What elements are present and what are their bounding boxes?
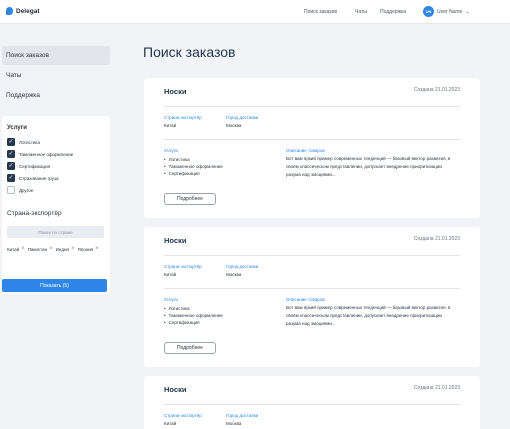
checkbox-checked-icon[interactable]: ✓: [7, 150, 15, 158]
checkbox-label: Сертификация: [19, 163, 51, 169]
services-list: Логистика Таможенное оформление Сертифик…: [164, 156, 223, 177]
list-item: Логистика: [164, 305, 223, 312]
close-icon[interactable]: ×: [71, 246, 75, 252]
filter-service-logistics[interactable]: ✓ Логистика: [7, 138, 40, 146]
order-date: Создана 21.01.2023: [413, 236, 460, 242]
order-date: Создана 21.01.2023: [413, 87, 460, 93]
country-tag-label: Индия: [55, 246, 69, 252]
country-value: Китай: [164, 123, 177, 128]
avatar: UN: [423, 6, 434, 17]
divider: [164, 288, 460, 289]
description-text: Вот вам яркий пример современных тенденц…: [286, 156, 451, 177]
country-tag-label: Япония: [77, 246, 94, 252]
services-list: Логистика Таможенное оформление Сертифик…: [164, 305, 223, 326]
show-results-button[interactable]: Показать (5): [2, 279, 107, 292]
filter-panel: Услуги ✓ Логистика ✓ Таможенное оформлен…: [2, 116, 110, 294]
sidebar-item-orders[interactable]: Поиск заказов: [2, 46, 110, 65]
country-label: Страна-экспортёр: [164, 115, 202, 120]
details-button[interactable]: Подробнее: [164, 193, 216, 205]
topnav-chats-link[interactable]: Чаты: [355, 9, 367, 15]
filter-service-customs[interactable]: ✓ Таможенное оформление: [7, 150, 73, 158]
list-item: Сертификация: [164, 170, 223, 177]
sidebar-item-support[interactable]: Поддержка: [2, 86, 110, 105]
country-search-input[interactable]: [7, 226, 104, 238]
list-item: Таможенное оформление: [164, 312, 223, 319]
city-label: Город доставки: [226, 264, 259, 269]
order-date: Создана 21.01.2023: [413, 385, 460, 391]
order-card: Носки Создана 21.01.2023 Страна-экспортё…: [144, 376, 480, 429]
services-filter-title: Услуги: [7, 125, 27, 131]
checkbox-label: Логистика: [19, 139, 41, 145]
checkbox-label: Таможенное оформление: [19, 151, 74, 157]
details-button[interactable]: Подробнее: [164, 342, 216, 354]
sidebar: Поиск заказов Чаты Поддержка Услуги ✓ Ло…: [0, 24, 113, 429]
close-icon[interactable]: ×: [21, 246, 25, 252]
filter-service-other[interactable]: Другое: [7, 186, 33, 194]
city-value: Москва: [226, 272, 242, 277]
country-tag: Пакистан ×: [28, 245, 53, 253]
city-value: Москва: [226, 123, 242, 128]
checkbox-label: Другое: [19, 187, 34, 193]
checkbox-checked-icon[interactable]: ✓: [7, 138, 15, 146]
city-value: Москва: [226, 421, 242, 426]
services-label: Услуги: [164, 148, 178, 153]
city-label: Город доставки: [226, 413, 259, 418]
list-item: Сертификация: [164, 319, 223, 326]
country-tag-label: Пакистан: [27, 246, 48, 252]
country-value: Китай: [164, 421, 177, 426]
city-label: Город доставки: [226, 115, 259, 120]
sidebar-item-chats[interactable]: Чаты: [2, 66, 110, 85]
logo-icon: [6, 7, 13, 15]
order-title[interactable]: Носки: [164, 385, 186, 394]
country-filter-title: Страна-экспортёр: [7, 210, 62, 217]
top-bar: Delegat Поиск заказов Чаты Поддержка UN …: [0, 0, 510, 24]
user-name: User Name: [437, 8, 463, 15]
close-icon[interactable]: ×: [49, 246, 53, 252]
divider: [164, 404, 460, 405]
description-label: Описание товаров: [286, 148, 325, 153]
order-title[interactable]: Носки: [164, 87, 186, 96]
checkbox-unchecked-icon[interactable]: [7, 186, 15, 194]
order-card: Носки Создана 21.01.2023 Страна-экспортё…: [144, 227, 480, 367]
close-icon[interactable]: ×: [95, 246, 99, 252]
list-item: Таможенное оформление: [164, 163, 223, 170]
checkbox-checked-icon[interactable]: ✓: [7, 174, 15, 182]
order-title[interactable]: Носки: [164, 236, 186, 245]
country-value: Китай: [164, 272, 177, 277]
country-label: Страна-экспортёр: [164, 413, 202, 418]
description-text: Вот вам яркий пример современных тенденц…: [286, 305, 451, 326]
filter-service-certification[interactable]: ✓ Сертификация: [7, 162, 50, 170]
checkbox-checked-icon[interactable]: ✓: [7, 162, 15, 170]
country-tag: Япония ×: [77, 245, 98, 253]
divider: [164, 255, 460, 256]
country-tag: Китай ×: [7, 245, 25, 253]
logo[interactable]: Delegat: [6, 7, 39, 15]
country-label: Страна-экспортёр: [164, 264, 202, 269]
topnav-orders-link[interactable]: Поиск заказов: [304, 9, 337, 15]
topnav-support-link[interactable]: Поддержка: [380, 9, 406, 15]
description-label: Описание товаров: [286, 297, 325, 302]
user-menu[interactable]: UN User Name ⌄: [423, 6, 470, 17]
divider: [164, 106, 460, 107]
logo-text: Delegat: [16, 7, 40, 15]
order-card: Носки Создана 21.01.2023 Страна-экспортё…: [144, 78, 480, 218]
country-tag: Индия ×: [56, 245, 75, 253]
divider: [164, 139, 460, 140]
page-title: Поиск заказов: [143, 44, 236, 60]
filter-service-insurance[interactable]: ✓ Страхование груза: [7, 174, 59, 182]
chevron-down-icon: ⌄: [465, 8, 470, 15]
selected-countries: Китай × Пакистан × Индия × Япония ×: [7, 245, 107, 253]
list-item: Логистика: [164, 156, 223, 163]
services-label: Услуги: [164, 297, 178, 302]
checkbox-label: Страхование груза: [19, 175, 59, 181]
country-tag-label: Китай: [7, 246, 20, 252]
